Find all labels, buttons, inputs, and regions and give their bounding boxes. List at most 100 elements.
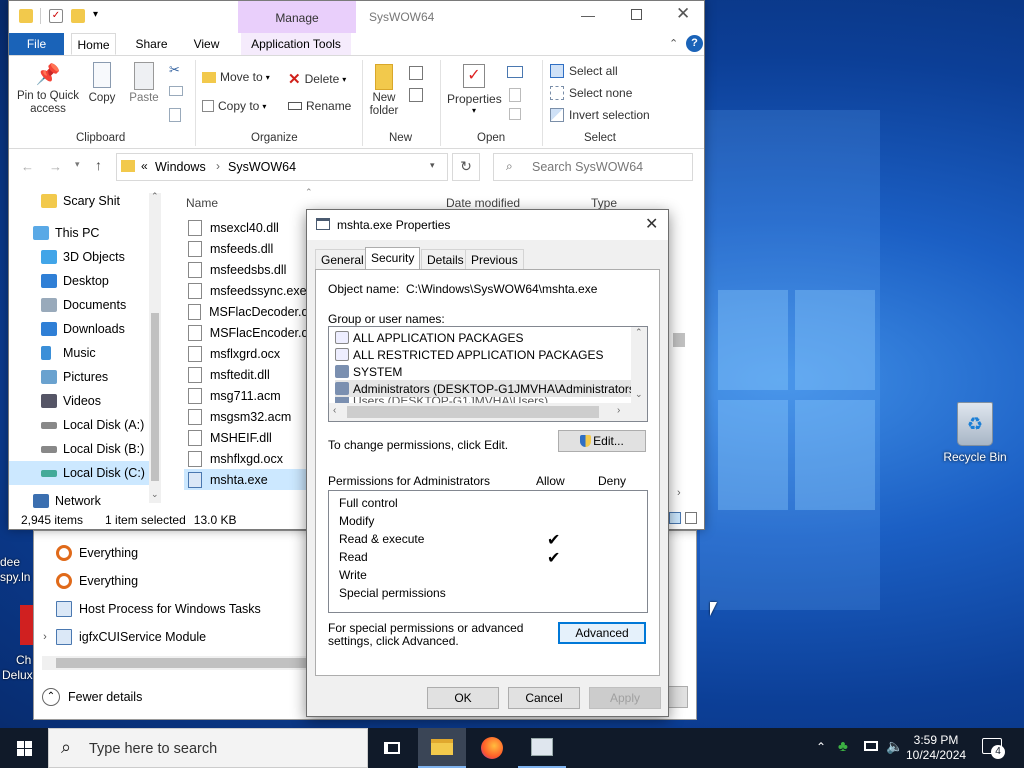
maximize-button[interactable]	[631, 9, 642, 20]
file-row[interactable]: mshflxgd.ocx	[184, 448, 314, 469]
file-row[interactable]: MSFlacEncoder.dll	[184, 322, 314, 343]
nav-item[interactable]: Network	[9, 493, 159, 509]
tab-share[interactable]: Share	[129, 33, 174, 55]
tab-general[interactable]: General	[315, 249, 370, 269]
properties-button[interactable]: ✓ Properties ▾	[447, 64, 502, 115]
nav-item-selected[interactable]: Local Disk (C:)	[9, 461, 159, 485]
cut-icon[interactable]: ✂	[169, 62, 180, 78]
network-icon[interactable]	[864, 741, 878, 751]
process-row[interactable]: Everything	[34, 539, 314, 567]
pin-quick-access-button[interactable]: 📌 Pin to Quick access	[17, 60, 79, 130]
delete-button[interactable]: ✕ Delete ▾	[288, 70, 346, 88]
taskbar-firefox[interactable]	[468, 728, 516, 768]
new-folder-quick-icon[interactable]	[71, 9, 85, 23]
fewer-details-button[interactable]: ⌃ Fewer details	[42, 686, 142, 708]
copy-button[interactable]: Copy	[87, 62, 117, 104]
file-row[interactable]: msftedit.dll	[184, 364, 314, 385]
copy-to-button[interactable]: Copy to ▾	[202, 99, 266, 113]
tab-application-tools[interactable]: Application Tools	[241, 33, 351, 55]
file-row[interactable]: msfeedsbs.dll	[184, 259, 314, 280]
file-row[interactable]: msgsm32.acm	[184, 406, 314, 427]
help-icon[interactable]: ?	[686, 35, 703, 52]
select-all-button[interactable]: Select all	[550, 64, 618, 78]
desktop-icon-label[interactable]: dee	[0, 555, 34, 569]
nav-item[interactable]: Local Disk (B:)	[9, 437, 159, 461]
quick-access-dropdown-icon[interactable]: ▾	[93, 9, 98, 20]
address-dropdown-icon[interactable]: ▾	[430, 160, 435, 171]
move-to-button[interactable]: Move to ▾	[202, 70, 270, 84]
search-box[interactable]: ⌕ Search SysWOW64	[493, 153, 693, 181]
properties-quick-icon[interactable]: ✓	[49, 9, 63, 23]
group-list-item-selected[interactable]: Administrators (DESKTOP-G1JMVHA\Administ…	[335, 380, 639, 397]
nav-item[interactable]: Documents	[9, 293, 159, 317]
nav-item[interactable]: Music	[9, 341, 159, 365]
apply-button[interactable]: Apply	[589, 687, 661, 709]
group-list-item[interactable]: ALL RESTRICTED APPLICATION PACKAGES	[335, 346, 604, 363]
nav-item[interactable]: 3D Objects	[9, 245, 159, 269]
process-row[interactable]: Everything	[34, 567, 314, 595]
dialog-close-button[interactable]: ✕	[645, 214, 658, 234]
paste-shortcut-icon[interactable]	[169, 108, 181, 122]
easy-access-icon[interactable]	[409, 88, 423, 102]
select-none-button[interactable]: Select none	[550, 86, 632, 100]
edit-button[interactable]: Edit...	[558, 430, 646, 452]
refresh-button[interactable]: ↻	[452, 153, 480, 181]
process-row[interactable]: › igfxCUIService Module	[34, 623, 314, 651]
group-list-scrollbar[interactable]: ⌃ ⌄	[631, 327, 647, 403]
nav-item[interactable]: Local Disk (A:)	[9, 413, 159, 437]
close-button[interactable]: ✕	[676, 4, 690, 24]
tab-details[interactable]: Details	[421, 249, 470, 269]
breadcrumb-windows[interactable]: Windows	[155, 160, 206, 174]
copy-path-icon[interactable]	[169, 86, 183, 96]
horizontal-scrollbar[interactable]	[42, 656, 342, 670]
address-bar[interactable]: « Windows › SysWOW64 ▾	[116, 153, 448, 181]
file-row[interactable]: msfeedssync.exe	[184, 280, 314, 301]
group-list-hscrollbar[interactable]: ‹ ›	[329, 403, 647, 421]
process-row[interactable]: Host Process for Windows Tasks	[34, 595, 314, 623]
file-row[interactable]: msg711.acm	[184, 385, 314, 406]
end-task-button[interactable]	[668, 686, 688, 708]
forward-button[interactable]: →	[49, 159, 62, 174]
tab-view[interactable]: View	[184, 33, 229, 55]
file-row[interactable]: msexcl40.dll	[184, 217, 314, 238]
details-view-icon[interactable]	[669, 512, 681, 524]
rename-button[interactable]: Rename	[288, 99, 351, 113]
paste-button[interactable]: Paste	[127, 62, 161, 104]
file-list-scrollbar[interactable]	[673, 213, 685, 503]
notification-icon[interactable]: 4	[982, 738, 1005, 759]
scroll-right-icon[interactable]: ›	[677, 487, 681, 499]
nav-item[interactable]: Videos	[9, 389, 159, 413]
advanced-button[interactable]: Advanced	[558, 622, 646, 644]
large-icons-view-icon[interactable]	[685, 512, 697, 524]
new-item-icon[interactable]	[409, 66, 423, 80]
up-button[interactable]: ↑	[95, 157, 102, 173]
nav-item[interactable]: Downloads	[9, 317, 159, 341]
nav-item[interactable]: This PC	[9, 221, 159, 245]
nav-item[interactable]: Desktop	[9, 269, 159, 293]
file-row[interactable]: MSHEIF.dll	[184, 427, 314, 448]
nav-scrollbar[interactable]: ⌃ ⌄	[149, 191, 161, 503]
start-button[interactable]	[0, 728, 48, 768]
minimize-button[interactable]: —	[581, 7, 595, 23]
tab-home[interactable]: Home	[71, 33, 116, 55]
recycle-bin[interactable]: ♻ Recycle Bin	[940, 402, 1010, 472]
clock[interactable]: 3:59 PM 10/24/2024	[906, 733, 966, 763]
chevron-up-icon[interactable]: ⌃	[816, 740, 826, 754]
volume-icon[interactable]: 🔈	[886, 738, 903, 755]
tray-app-icon[interactable]: ♣	[838, 738, 848, 755]
group-list-item[interactable]: SYSTEM	[335, 363, 402, 380]
nav-item[interactable]: Pictures	[9, 365, 159, 389]
taskbar-file-explorer[interactable]	[418, 728, 466, 768]
open-icon[interactable]	[507, 66, 523, 78]
recent-locations-button[interactable]: ▾	[75, 159, 80, 170]
breadcrumb-syswow64[interactable]: SysWOW64	[228, 160, 296, 174]
tab-file[interactable]: File	[9, 33, 64, 55]
taskbar-task-manager[interactable]	[518, 728, 566, 768]
edit-icon[interactable]	[509, 88, 521, 102]
desktop-icon-label[interactable]: spy.ln	[0, 570, 34, 584]
tab-previous-versions[interactable]: Previous Versions	[465, 249, 524, 287]
history-icon[interactable]	[509, 108, 521, 120]
file-row[interactable]: msflxgrd.ocx	[184, 343, 314, 364]
file-row[interactable]: msfeeds.dll	[184, 238, 314, 259]
nav-item[interactable]: Scary Shit	[9, 189, 159, 213]
